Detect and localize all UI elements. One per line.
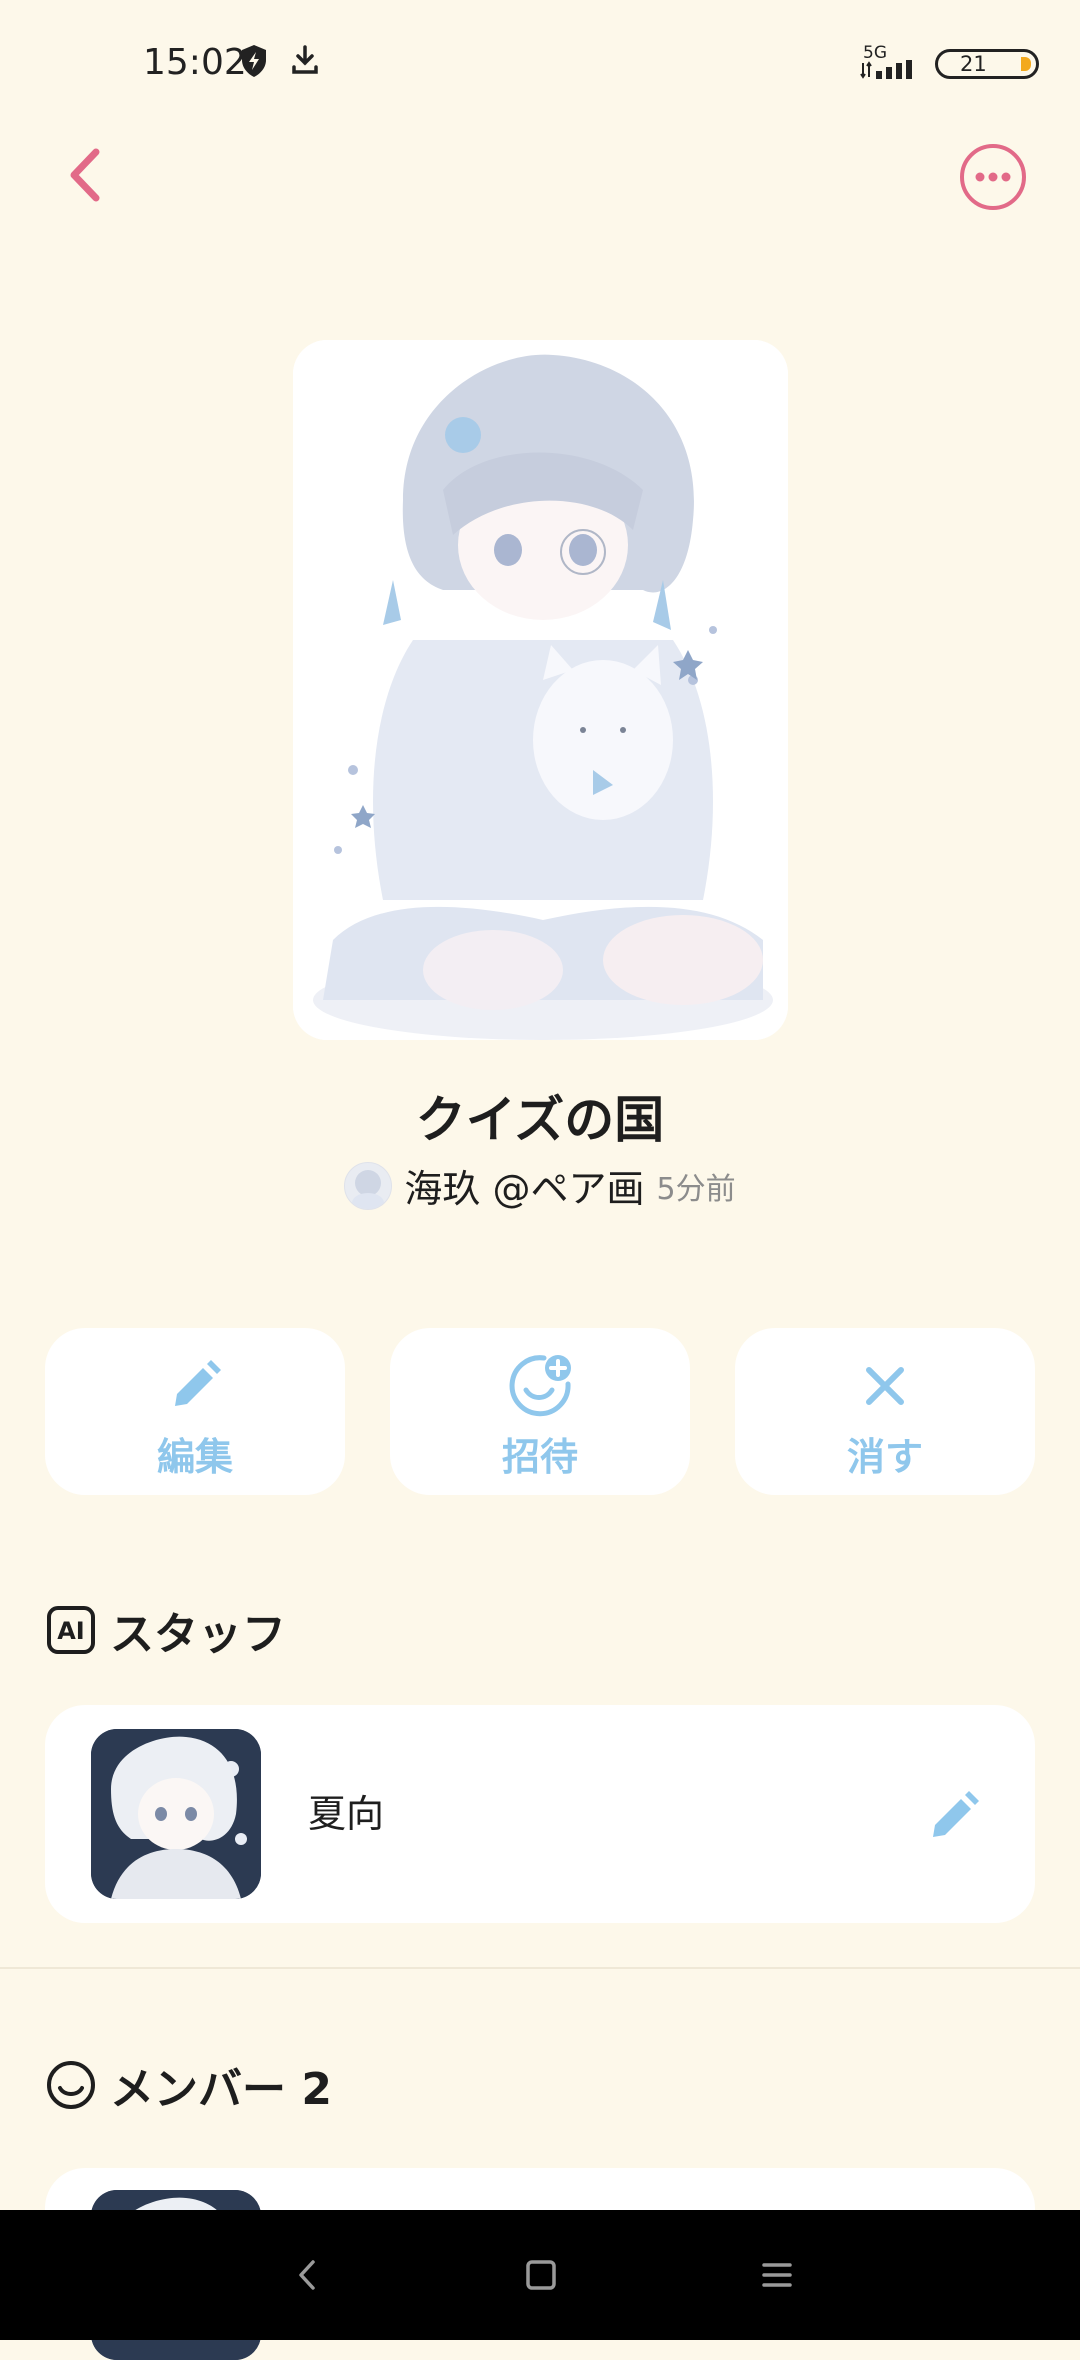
system-navigation-bar <box>0 2210 1080 2340</box>
nav-back-icon[interactable] <box>283 2250 333 2300</box>
avatar-illustration <box>352 1169 385 1209</box>
illustration <box>293 340 788 1040</box>
invite-button[interactable]: 招待 <box>390 1328 690 1495</box>
room-title: クイズの国 <box>415 1091 665 1149</box>
nav-menu-icon[interactable] <box>752 2250 802 2300</box>
status-bar: 15:02 5G 21 <box>0 0 1080 130</box>
invite-smile-plus-icon <box>509 1355 571 1417</box>
members-section-header: メンバー 2 <box>46 2055 332 2115</box>
smile-face-icon <box>47 2061 95 2109</box>
pencil-icon <box>175 1360 221 1406</box>
svg-text:AI: AI <box>57 1617 85 1645</box>
members-section-title: メンバー 2 <box>110 2064 332 2115</box>
battery-indicator: 21 <box>935 49 1039 79</box>
status-time: 15:02 <box>143 42 247 83</box>
ai-badge-icon: AI <box>47 1606 95 1654</box>
edit-label: 編集 <box>156 1435 233 1479</box>
author-info[interactable]: 海玖 @ペア画 5分前 <box>0 1158 1080 1214</box>
section-divider <box>0 1967 1080 1969</box>
author-avatar[interactable] <box>344 1161 393 1210</box>
shield-bolt-icon <box>242 45 266 77</box>
post-time: 5分前 <box>656 1171 736 1207</box>
invite-label: 招待 <box>501 1435 578 1479</box>
delete-label: 消す <box>846 1435 923 1479</box>
staff-edit-button[interactable] <box>925 1785 985 1845</box>
author-name[interactable]: 海玖 @ペア画 <box>404 1158 644 1213</box>
close-x-icon <box>866 1367 904 1405</box>
staff-section-title: スタッフ <box>110 1609 286 1660</box>
back-button[interactable] <box>60 140 120 210</box>
staff-name: 夏向 <box>308 1792 385 1836</box>
battery-fill <box>1021 57 1031 71</box>
nav-home-icon[interactable] <box>516 2250 566 2300</box>
staff-avatar[interactable] <box>91 1729 261 1899</box>
delete-button[interactable]: 消す <box>735 1328 1035 1495</box>
staff-card[interactable]: 夏向 <box>45 1705 1035 1923</box>
staff-section-header: AI スタッフ <box>46 1600 286 1660</box>
download-icon <box>292 45 318 74</box>
staff-avatar-illustration <box>91 1729 261 1899</box>
battery-level: 21 <box>960 52 987 76</box>
more-options-button[interactable] <box>958 142 1028 212</box>
signal-icon <box>860 60 912 79</box>
room-cover-image <box>293 340 788 1040</box>
edit-button[interactable]: 編集 <box>45 1328 345 1495</box>
